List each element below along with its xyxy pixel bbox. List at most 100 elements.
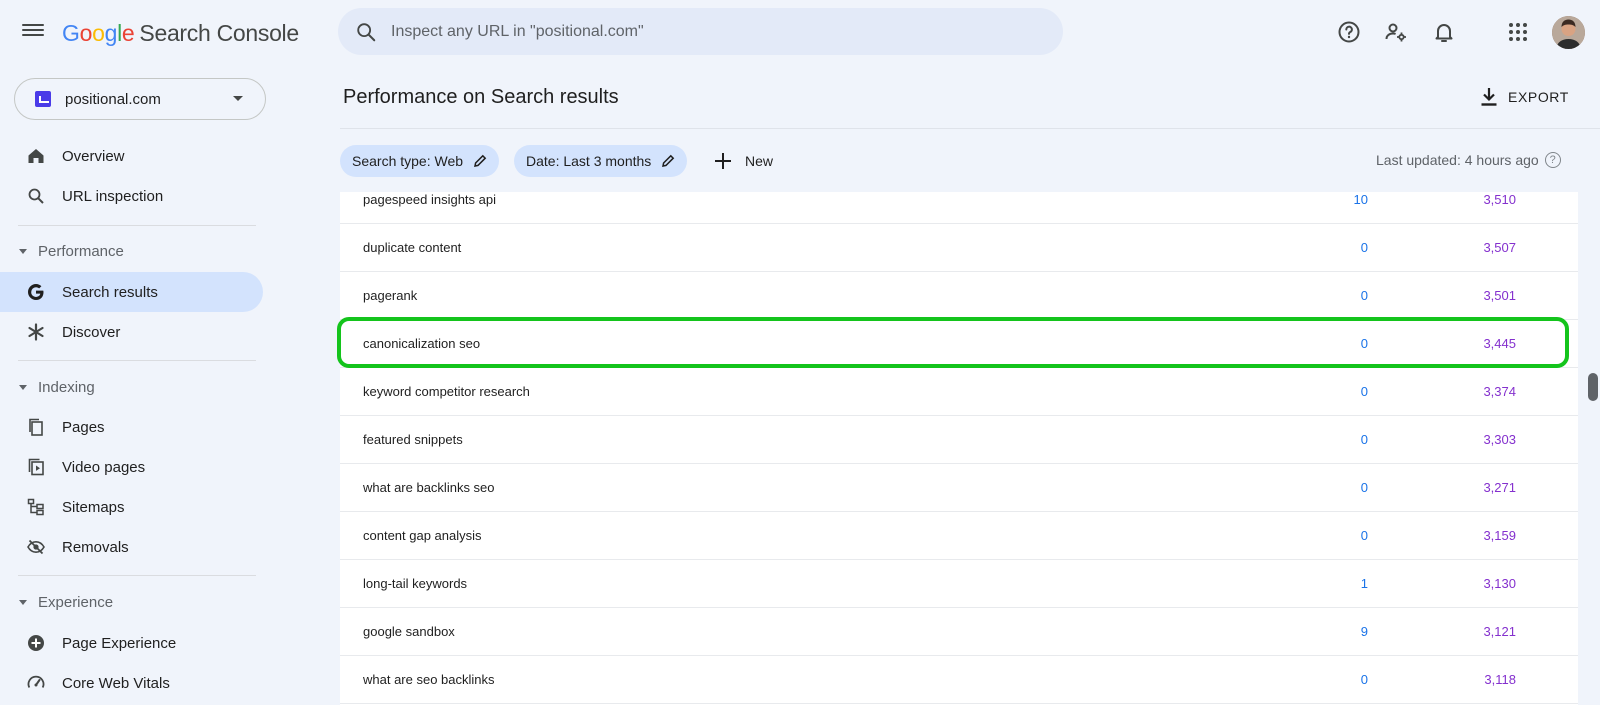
top-app-bar: Google Search Console bbox=[0, 0, 1600, 66]
clicks-cell: 0 bbox=[1360, 480, 1368, 495]
sidebar-section-experience[interactable]: Experience bbox=[0, 584, 263, 620]
filter-chip-label: Search type: Web bbox=[352, 153, 464, 169]
query-cell: what are seo backlinks bbox=[363, 672, 495, 687]
notifications-icon[interactable] bbox=[1430, 18, 1458, 46]
filter-chip-date[interactable]: Date: Last 3 months bbox=[514, 145, 688, 177]
sidebar-item-search-results[interactable]: Search results bbox=[0, 272, 263, 312]
home-icon bbox=[26, 146, 46, 166]
new-filter-label: New bbox=[745, 153, 774, 169]
main-menu-icon[interactable] bbox=[22, 21, 44, 43]
plus-icon bbox=[715, 153, 731, 169]
search-console-logo[interactable]: Google Search Console bbox=[62, 20, 299, 47]
table-row[interactable]: featured snippets 0 3,303 bbox=[340, 416, 1578, 464]
url-inspection-search-bar[interactable] bbox=[338, 8, 1063, 55]
query-cell: long-tail keywords bbox=[363, 576, 468, 591]
chevron-down-icon bbox=[233, 96, 243, 101]
table-row[interactable]: google sandbox 9 3,121 bbox=[340, 608, 1578, 656]
clicks-cell: 0 bbox=[1360, 432, 1368, 447]
section-label: Performance bbox=[38, 242, 124, 260]
table-row[interactable]: pagerank 0 3,501 bbox=[340, 272, 1578, 320]
clicks-cell: 0 bbox=[1360, 384, 1368, 399]
sidebar-item-core-web-vitals[interactable]: Core Web Vitals bbox=[0, 663, 263, 703]
sidebar-item-label: Discover bbox=[62, 323, 121, 341]
table-row[interactable]: what are backlinks seo 0 3,271 bbox=[340, 464, 1578, 512]
table-row[interactable]: pagespeed insights api 10 3,510 bbox=[340, 192, 1578, 224]
user-settings-icon[interactable] bbox=[1382, 18, 1410, 46]
impressions-cell: 3,507 bbox=[1483, 240, 1516, 255]
table-row[interactable]: keyword competitor research 0 3,374 bbox=[340, 368, 1578, 416]
sidebar-item-pages[interactable]: Pages bbox=[0, 407, 263, 447]
sidebar-divider bbox=[18, 575, 256, 576]
clicks-cell: 9 bbox=[1360, 624, 1368, 639]
impressions-cell: 3,445 bbox=[1483, 336, 1516, 351]
sidebar-section-indexing[interactable]: Indexing bbox=[0, 369, 263, 405]
caret-down-icon bbox=[19, 248, 27, 254]
sidebar-item-removals[interactable]: Removals bbox=[0, 527, 263, 567]
sidebar-item-overview[interactable]: Overview bbox=[0, 136, 263, 176]
sidebar-item-url-inspection[interactable]: URL inspection bbox=[0, 176, 263, 216]
table-row[interactable]: long-tail keywords 1 3,130 bbox=[340, 560, 1578, 608]
table-row[interactable]: what are seo backlinks 0 3,118 bbox=[340, 656, 1578, 704]
filter-chip-search-type[interactable]: Search type: Web bbox=[340, 145, 500, 177]
query-cell: what are backlinks seo bbox=[363, 480, 495, 495]
scrollbar-thumb[interactable] bbox=[1588, 373, 1598, 401]
scrollbar-track[interactable] bbox=[1588, 192, 1600, 705]
page-title: Performance on Search results bbox=[343, 86, 619, 108]
gauge-icon bbox=[26, 673, 46, 693]
clicks-cell: 0 bbox=[1360, 240, 1368, 255]
header-divider bbox=[340, 128, 1600, 129]
sidebar-item-page-experience[interactable]: Page Experience bbox=[0, 623, 263, 663]
query-cell: pagespeed insights api bbox=[363, 192, 496, 207]
sidebar-item-label: Video pages bbox=[62, 458, 146, 476]
impressions-cell: 3,271 bbox=[1483, 480, 1516, 495]
sidebar-item-label: Sitemaps bbox=[62, 498, 125, 516]
impressions-cell: 3,121 bbox=[1483, 624, 1516, 639]
account-avatar[interactable] bbox=[1552, 16, 1585, 49]
property-icon bbox=[35, 91, 51, 107]
table-row[interactable]: content gap analysis 0 3,159 bbox=[340, 512, 1578, 560]
section-label: Experience bbox=[38, 593, 114, 611]
impressions-cell: 3,510 bbox=[1483, 192, 1516, 207]
google-g-icon bbox=[26, 282, 46, 302]
new-filter-button[interactable]: New bbox=[715, 145, 773, 177]
url-inspection-input[interactable] bbox=[391, 22, 991, 41]
impressions-cell: 3,159 bbox=[1483, 528, 1516, 543]
eye-off-icon bbox=[26, 537, 46, 557]
apps-grid-icon[interactable] bbox=[1504, 18, 1532, 46]
edit-pencil-icon bbox=[474, 154, 487, 167]
impressions-cell: 3,130 bbox=[1483, 576, 1516, 591]
export-button[interactable]: EXPORT bbox=[1480, 84, 1569, 110]
logo-letter: o bbox=[92, 20, 105, 46]
clicks-cell: 0 bbox=[1360, 528, 1368, 543]
logo-letter: g bbox=[104, 20, 118, 46]
sidebar-item-discover[interactable]: Discover bbox=[0, 312, 263, 352]
filter-chip-label: Date: Last 3 months bbox=[526, 153, 652, 169]
logo-letter: o bbox=[79, 20, 93, 46]
property-selector[interactable]: positional.com bbox=[14, 78, 266, 120]
impressions-cell: 3,303 bbox=[1483, 432, 1516, 447]
sidebar-item-label: Page Experience bbox=[62, 634, 177, 652]
query-cell: featured snippets bbox=[363, 432, 463, 447]
query-cell: duplicate content bbox=[363, 240, 462, 255]
property-name: positional.com bbox=[65, 90, 161, 108]
table-row[interactable]: canonicalization seo 0 3,445 bbox=[340, 320, 1578, 368]
help-circle-icon[interactable]: ? bbox=[1544, 152, 1561, 168]
sidebar-item-label: URL inspection bbox=[62, 187, 164, 205]
query-cell: keyword competitor research bbox=[363, 384, 530, 399]
query-cell: google sandbox bbox=[363, 624, 455, 639]
sidebar-item-label: Search results bbox=[62, 283, 158, 301]
impressions-cell: 3,374 bbox=[1483, 384, 1516, 399]
query-cell: canonicalization seo bbox=[363, 336, 481, 351]
sidebar-item-sitemaps[interactable]: Sitemaps bbox=[0, 487, 263, 527]
help-icon[interactable] bbox=[1335, 18, 1363, 46]
sidebar-item-video-pages[interactable]: Video pages bbox=[0, 447, 263, 487]
caret-down-icon bbox=[19, 384, 27, 390]
section-label: Indexing bbox=[38, 378, 95, 396]
table-row[interactable]: duplicate content 0 3,507 bbox=[340, 224, 1578, 272]
sidebar-item-label: Removals bbox=[62, 538, 129, 556]
edit-pencil-icon bbox=[662, 154, 675, 167]
sidebar-divider bbox=[18, 225, 256, 226]
sidebar-section-performance[interactable]: Performance bbox=[0, 233, 263, 269]
plus-circle-icon bbox=[26, 633, 46, 653]
export-label: EXPORT bbox=[1508, 89, 1569, 105]
